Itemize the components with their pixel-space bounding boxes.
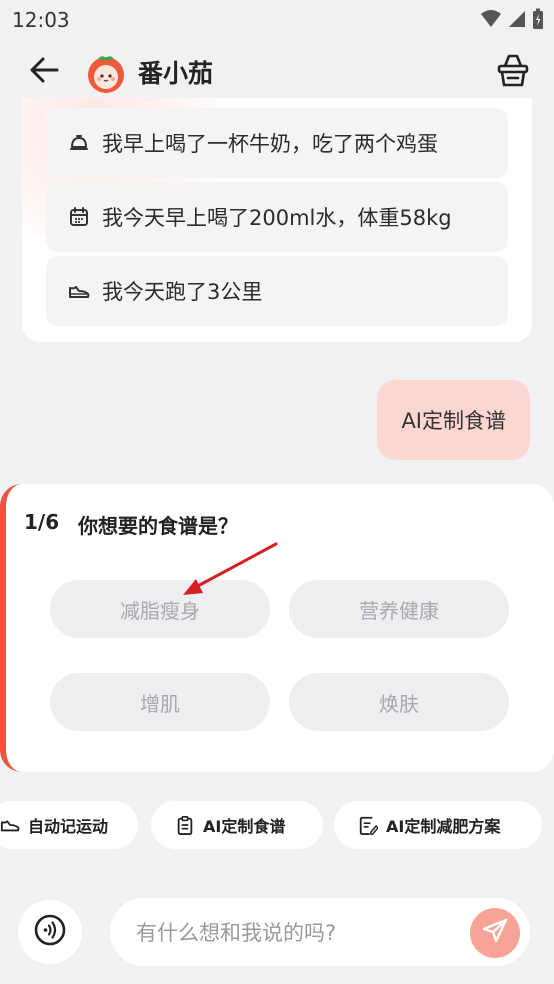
wifi-icon [480, 9, 502, 33]
question-text: 你想要的食谱是？ [78, 514, 238, 538]
voice-icon [33, 913, 67, 951]
shoe-icon [68, 280, 90, 302]
basket-button[interactable] [494, 52, 532, 90]
question-card: 1/6 你想要的食谱是？ 减脂瘦身 营养健康 增肌 焕肤 [0, 484, 554, 772]
arrow-left-icon [29, 57, 59, 87]
suggestion-card: 我早上喝了一杯牛奶，吃了两个鸡蛋 我今天早上喝了200ml水，体重58kg 我今… [22, 98, 532, 342]
shoe-icon [0, 815, 20, 835]
option-button[interactable]: 营养健康 [289, 580, 509, 638]
quick-action-label: AI定制减肥方案 [386, 817, 501, 836]
quick-action-label: 自动记运动 [28, 817, 109, 836]
option-button[interactable]: 焕肤 [289, 673, 509, 731]
suggestion-text: 我今天早上喝了200ml水，体重58kg [102, 206, 452, 230]
message-input-box [110, 898, 530, 966]
status-icons [480, 8, 544, 34]
status-bar: 12:03 [0, 0, 554, 40]
send-button[interactable] [470, 908, 520, 958]
option-button[interactable]: 减脂瘦身 [50, 580, 270, 638]
clipboard-icon [175, 815, 195, 835]
voice-button[interactable] [18, 900, 82, 964]
question-progress: 1/6 [24, 510, 60, 534]
app-header: 番小茄 [0, 40, 554, 104]
message-input[interactable] [134, 916, 458, 950]
document-edit-icon [358, 815, 378, 835]
app-title: 番小茄 [138, 59, 214, 88]
basket-icon [494, 54, 532, 94]
status-time: 12:03 [12, 8, 70, 32]
suggestion-text: 我早上喝了一杯牛奶，吃了两个鸡蛋 [102, 132, 438, 156]
battery-icon [532, 8, 544, 34]
quick-action-ai-weight-plan[interactable]: AI定制减肥方案 [334, 801, 542, 849]
user-message-bubble: AI定制食谱 [377, 380, 530, 460]
send-icon [481, 917, 509, 949]
back-button[interactable] [26, 54, 62, 90]
calendar-icon [68, 206, 90, 228]
tomato-logo-icon [84, 50, 128, 94]
quick-action-ai-recipe[interactable]: AI定制食谱 [151, 801, 323, 849]
suggestion-item[interactable]: 我早上喝了一杯牛奶，吃了两个鸡蛋 [46, 108, 508, 178]
signal-icon [508, 9, 526, 33]
suggestion-item[interactable]: 我今天早上喝了200ml水，体重58kg [46, 182, 508, 252]
suggestion-text: 我今天跑了3公里 [102, 280, 263, 304]
dish-icon [68, 132, 90, 154]
option-button[interactable]: 增肌 [50, 673, 270, 731]
quick-action-auto-exercise[interactable]: 自动记运动 [0, 801, 138, 849]
quick-actions: 自动记运动 AI定制食谱 AI定制减肥方案 [0, 801, 554, 851]
quick-action-label: AI定制食谱 [203, 817, 286, 836]
suggestion-item[interactable]: 我今天跑了3公里 [46, 256, 508, 326]
